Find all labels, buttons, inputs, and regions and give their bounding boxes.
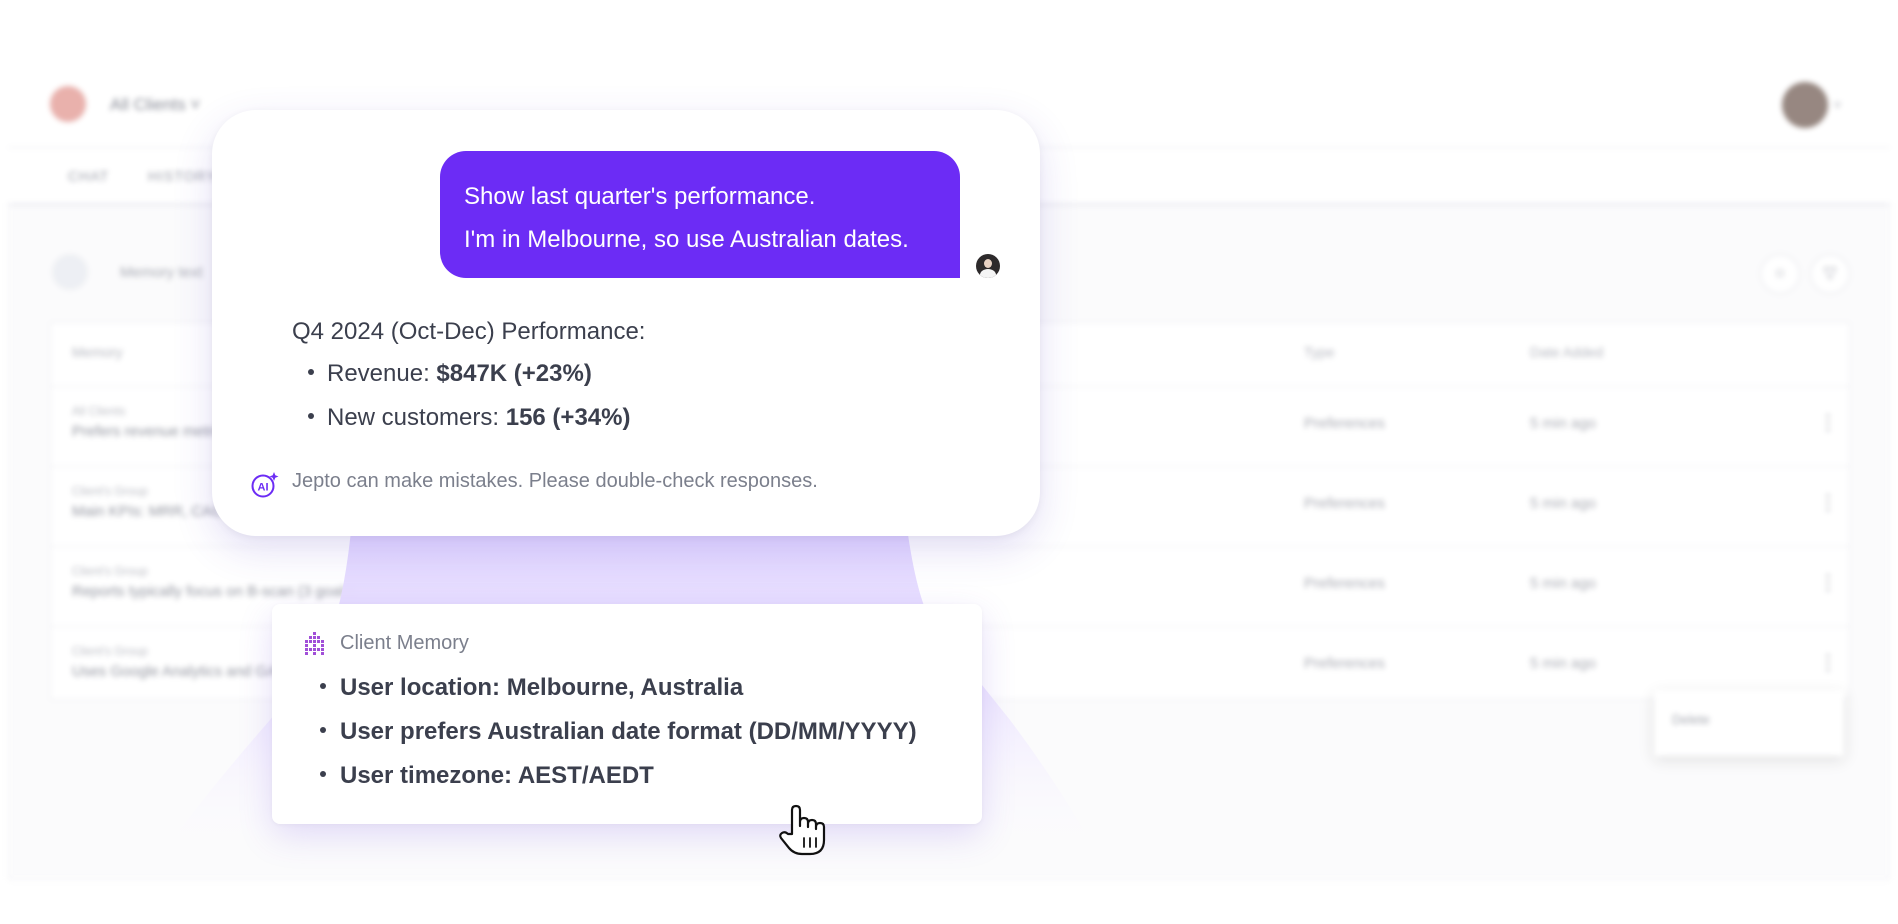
client-memory-title: Client Memory xyxy=(340,632,469,654)
response-item-label: Revenue: xyxy=(327,360,437,387)
response-list-item: New customers: 156 (+34%) xyxy=(308,404,630,432)
memory-item-text: User timezone: AEST/AEDT xyxy=(340,762,654,789)
response-list-item: Revenue: $847K (+23%) xyxy=(308,360,592,388)
response-item-label: New customers: xyxy=(327,404,506,431)
response-item-value: 156 (+34%) xyxy=(505,404,631,431)
user-message-line: I'm in Melbourne, so use Australian date… xyxy=(464,226,909,253)
hand-pointer-icon xyxy=(779,804,826,856)
memory-list-item: User timezone: AEST/AEDT xyxy=(320,762,654,790)
memory-brain-icon xyxy=(305,632,324,655)
ai-disclaimer: Jepto can make mistakes. Please double-c… xyxy=(292,470,818,492)
memory-list-item: User location: Melbourne, Australia xyxy=(320,674,743,702)
response-title: Q4 2024 (Oct-Dec) Performance: xyxy=(292,318,646,345)
memory-item-text: User prefers Australian date format (DD/… xyxy=(340,718,917,745)
svg-text:AI: AI xyxy=(258,482,269,494)
memory-list-item: User prefers Australian date format (DD/… xyxy=(320,718,917,746)
user-message-line: Show last quarter's performance. xyxy=(464,183,816,210)
user-avatar xyxy=(976,254,1000,278)
response-item-value: $847K (+23%) xyxy=(436,360,592,387)
user-message-bubble: Show last quarter's performance. I'm in … xyxy=(440,151,960,278)
ai-sparkle-icon: AI xyxy=(251,472,279,498)
memory-item-text: User location: Melbourne, Australia xyxy=(340,674,744,701)
